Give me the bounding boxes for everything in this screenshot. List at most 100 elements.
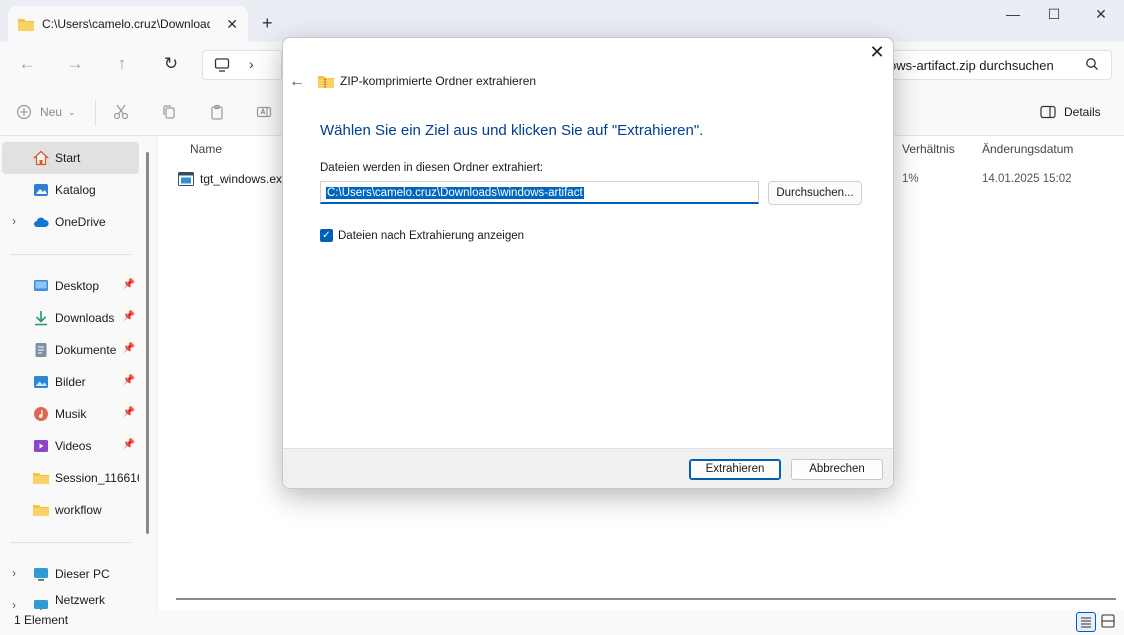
dialog-back-arrow-icon[interactable]: ← [289,73,305,91]
table-row[interactable]: tgt_windows.exe [178,172,289,186]
column-header-modified[interactable]: Änderungsdatum [982,142,1073,156]
show-files-checkbox[interactable]: ✓ [320,229,333,242]
tiles-view-button[interactable] [1099,612,1119,632]
sidebar-item-netzwerk[interactable]: › Netzwerk [2,590,139,610]
refresh-icon[interactable]: ↻ [159,54,183,76]
sidebar-item-label: Netzwerk [55,593,106,607]
forward-arrow-icon[interactable]: → [63,54,87,76]
horizontal-scrollbar[interactable] [176,598,1116,600]
dialog-heading: Wählen Sie ein Ziel aus und klicken Sie … [320,122,704,139]
desktop-icon [34,280,48,291]
extract-button[interactable]: Extrahieren [689,459,781,480]
zip-folder-icon [318,76,334,88]
sidebar-item-musik[interactable]: Musik 📌 [2,398,139,430]
sidebar-item-bilder[interactable]: Bilder 📌 [2,366,139,398]
minimize-button[interactable]: — [990,6,1036,26]
rename-icon[interactable] [256,104,272,120]
computer-icon [34,568,48,581]
music-icon [34,407,48,421]
download-icon [35,311,47,326]
video-icon [34,440,48,452]
executable-file-icon [178,172,194,186]
file-name: tgt_windows.exe [200,172,289,186]
gallery-icon [34,184,48,196]
new-button[interactable]: Neu ⌄ [16,104,76,120]
pin-icon[interactable]: 📌 [123,439,135,450]
sidebar-item-label: Dieser PC [55,567,110,581]
chevron-down-icon: ⌄ [68,106,76,117]
pin-icon[interactable]: 📌 [123,343,135,354]
pin-icon[interactable]: 📌 [123,407,135,418]
status-bar: 1 Element [0,610,1124,635]
folder-icon [33,505,49,516]
home-icon [33,150,49,166]
monitor-icon [214,58,230,72]
paste-icon[interactable] [209,104,225,120]
file-ratio: 1% [902,173,919,185]
sidebar-item-label: Katalog [55,183,96,197]
browse-button[interactable]: Durchsuchen... [768,181,862,205]
target-path-value: C:\Users\camelo.cruz\Downloads\windows-a… [326,187,584,199]
sidebar-item-videos[interactable]: Videos 📌 [2,430,139,462]
sidebar-item-label: workflow [55,503,102,517]
close-window-button[interactable]: ✕ [1078,6,1124,26]
sidebar-scrollbar[interactable] [146,152,149,534]
sidebar-divider [10,254,131,255]
pin-icon[interactable]: 📌 [123,279,135,290]
search-placeholder: ows-artifact.zip durchsuchen [889,58,1054,73]
sidebar-item-start[interactable]: Start [2,142,139,174]
sidebar-item-session[interactable]: Session_1166165 [2,462,139,494]
chevron-right-icon: › [249,56,254,72]
sidebar-item-desktop[interactable]: Desktop 📌 [2,270,139,302]
search-box[interactable]: ows-artifact.zip durchsuchen [884,50,1112,80]
details-view-button[interactable] [1076,612,1096,632]
cut-icon[interactable] [113,104,129,120]
extract-dialog: ✕ ← ZIP-komprimierte Ordner extrahieren … [282,37,894,489]
copy-icon[interactable] [161,104,177,120]
chevron-right-icon[interactable]: › [12,214,16,228]
column-header-ratio[interactable]: Verhältnis [902,142,955,156]
chevron-right-icon[interactable]: › [12,598,16,610]
pin-icon[interactable]: 📌 [123,375,135,386]
plus-circle-icon [16,104,32,120]
sidebar-item-label: OneDrive [55,215,106,229]
target-path-input[interactable]: C:\Users\camelo.cruz\Downloads\windows-a… [320,181,759,204]
sidebar-item-dieser-pc[interactable]: › Dieser PC [2,558,139,590]
cancel-button[interactable]: Abbrechen [791,459,883,480]
address-bar[interactable]: › [202,50,282,80]
target-folder-label: Dateien werden in diesen Ordner extrahie… [320,162,544,174]
pin-icon[interactable]: 📌 [123,311,135,322]
sidebar-item-workflow[interactable]: workflow [2,494,139,526]
cloud-icon [34,217,49,227]
document-icon [35,343,47,357]
dialog-footer: Extrahieren Abbrechen [283,448,893,488]
chevron-right-icon[interactable]: › [12,566,16,580]
sidebar-item-onedrive[interactable]: › OneDrive [2,206,139,238]
maximize-button[interactable]: ☐ [1031,6,1077,26]
dialog-title-text: ZIP-komprimierte Ordner extrahieren [340,74,537,88]
show-files-label: Dateien nach Extrahierung anzeigen [338,229,525,242]
list-view-icon [1081,617,1091,628]
item-count: 1 Element [14,613,69,627]
tab-close-icon[interactable]: ✕ [226,16,238,33]
show-files-option[interactable]: ✓ Dateien nach Extrahierung anzeigen [320,229,524,242]
new-tab-button[interactable]: + [262,13,273,34]
details-pane-icon [1040,105,1056,119]
back-arrow-icon[interactable]: ← [15,54,39,76]
explorer-tab[interactable]: C:\Users\camelo.cruz\Downloads\windows-a… [8,6,248,42]
sidebar-item-katalog[interactable]: Katalog [2,174,139,206]
up-arrow-icon[interactable]: ↑ [110,54,134,76]
sidebar-item-label: Session_1166165 [55,471,139,485]
file-modified: 14.01.2025 15:02 [982,173,1072,185]
navigation-pane: Start Katalog › OneDrive Desktop 📌 Downl… [0,136,156,610]
pictures-icon [34,376,48,388]
details-button[interactable]: Details [1040,105,1101,119]
toolbar-divider [95,100,96,126]
search-icon [1086,58,1098,70]
sidebar-item-downloads[interactable]: Downloads 📌 [2,302,139,334]
sidebar-item-dokumente[interactable]: Dokumente 📌 [2,334,139,366]
dialog-close-icon[interactable]: ✕ [867,42,887,62]
column-header-name[interactable]: Name [190,142,222,156]
sidebar-item-label: Start [55,151,81,165]
tiles-view-icon [1101,614,1115,628]
